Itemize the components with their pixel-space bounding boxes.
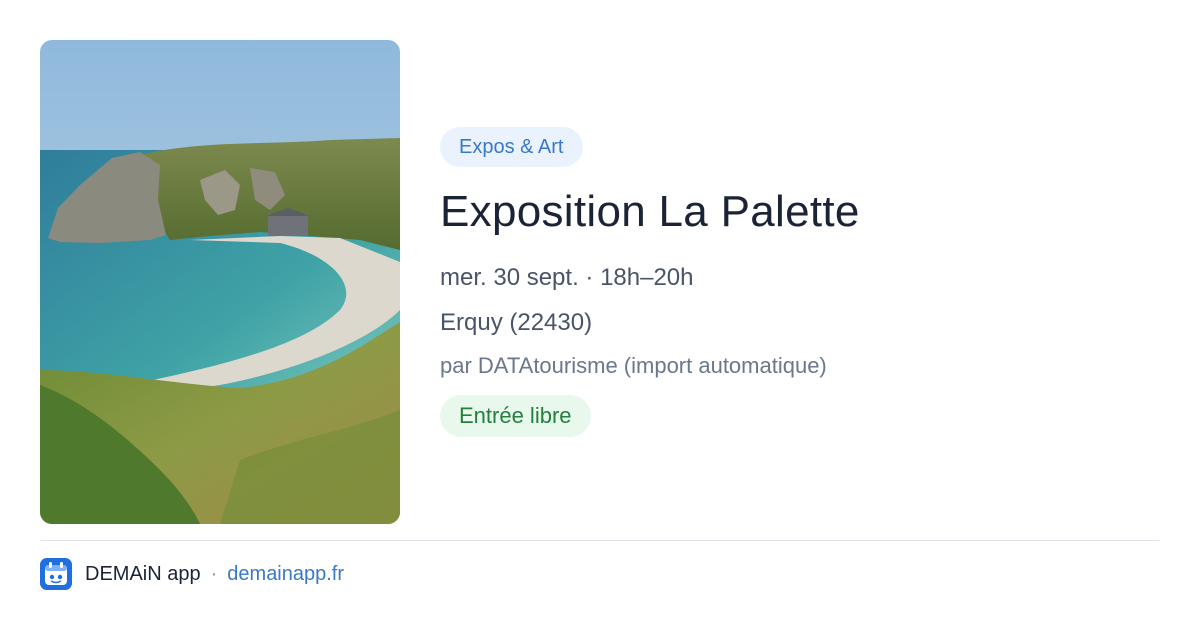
app-logo-icon: [40, 558, 72, 590]
event-title: Exposition La Palette: [440, 187, 860, 236]
footer-divider: [40, 540, 1160, 541]
site-link[interactable]: demainapp.fr: [227, 563, 344, 586]
event-location: Erquy (22430): [440, 309, 593, 336]
app-name: DEMAiN app: [85, 562, 201, 585]
category-badge[interactable]: Expos & Art: [440, 127, 583, 167]
footer: DEMAiN app · demainapp.fr: [40, 558, 344, 590]
price-badge: Entrée libre: [440, 395, 591, 437]
event-source: par DATAtourisme (import automatique): [440, 353, 827, 378]
coastal-cove-photo: [40, 40, 400, 524]
event-date: mer. 30 sept. · 18h–20h: [440, 264, 694, 291]
footer-separator: ·: [210, 562, 218, 585]
event-image: [40, 40, 400, 524]
